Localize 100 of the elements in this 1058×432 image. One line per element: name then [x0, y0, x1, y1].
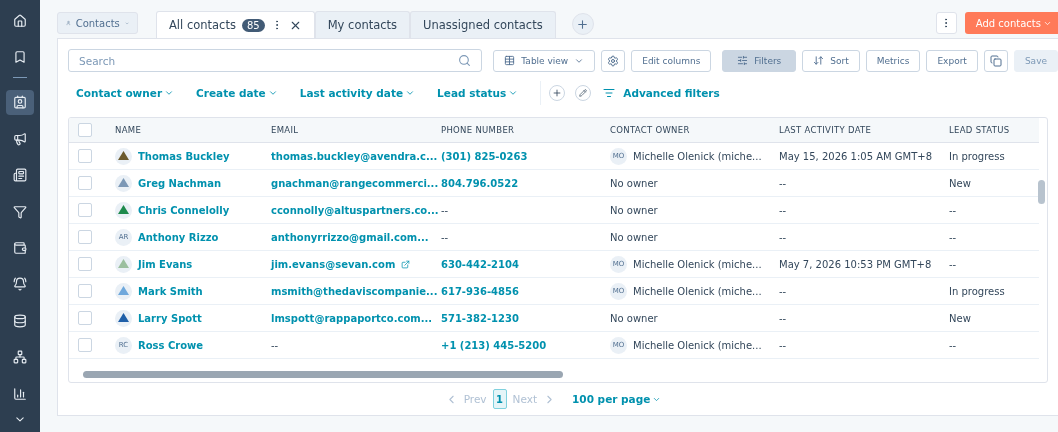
toolbar-button[interactable]: Metrics	[865, 49, 921, 72]
external-link-icon[interactable]	[401, 259, 411, 269]
email-link[interactable]: gnachman@rangecommerci...	[271, 177, 439, 189]
table-cell: --	[949, 231, 957, 243]
contact-name-link[interactable]: Larry Spott	[138, 312, 202, 324]
row-checkbox[interactable]	[78, 230, 92, 244]
phone-number[interactable]: 617-936-4856	[441, 285, 519, 297]
filter-lines-icon	[603, 87, 616, 99]
phone-number[interactable]: --	[441, 204, 449, 216]
add-view-button[interactable]	[571, 13, 594, 35]
next-button[interactable]: Next	[512, 393, 538, 405]
filters-button[interactable]: Filters	[722, 49, 797, 72]
table-cell: --	[779, 177, 787, 189]
home-icon	[13, 13, 27, 28]
toolbar-button[interactable]: Edit columns	[631, 49, 712, 72]
phone-number[interactable]: --	[441, 231, 449, 243]
advanced-filters-link[interactable]: Advanced filters	[603, 87, 720, 99]
filter-dropdown[interactable]: Contact owner	[76, 87, 175, 99]
company-logo-icon	[115, 282, 132, 300]
funnel-icon	[13, 204, 27, 219]
column-header[interactable]: EMAIL	[271, 125, 299, 135]
table-cell: --	[779, 231, 787, 243]
view-tab[interactable]: All contacts 85	[156, 11, 315, 38]
email-link[interactable]: cconnolly@altuspartners.co...	[271, 204, 439, 216]
network-icon	[13, 350, 27, 365]
email-link[interactable]: --	[271, 339, 279, 351]
filter-dropdown[interactable]: Create date	[196, 87, 278, 99]
contact-name-link[interactable]: Jim Evans	[138, 258, 193, 270]
company-logo-icon	[115, 174, 132, 192]
column-header[interactable]: CONTACT OWNER	[610, 125, 690, 135]
company-logo-icon	[115, 255, 132, 273]
filter-dropdown[interactable]: Lead status	[437, 87, 519, 99]
row-checkbox[interactable]	[78, 149, 92, 163]
count-badge: 85	[241, 18, 265, 32]
row-checkbox[interactable]	[78, 311, 92, 325]
per-page-dropdown[interactable]: 100 per page	[572, 393, 662, 405]
table-cell: New	[949, 177, 971, 189]
nav-button[interactable]	[6, 89, 34, 116]
column-header[interactable]: PHONE NUMBER	[441, 125, 515, 135]
company-logo-icon	[115, 201, 132, 219]
page-button[interactable]: 1	[492, 389, 507, 409]
table-cell: --	[949, 204, 957, 216]
contact-name-link[interactable]: Thomas Buckley	[138, 150, 230, 162]
add-contacts-button[interactable]: Add contacts	[964, 12, 1058, 34]
table-cell: New	[949, 312, 971, 324]
view-tab[interactable]: My contacts	[314, 11, 411, 38]
contact-name-link[interactable]: Chris Connelolly	[138, 204, 230, 216]
row-checkbox[interactable]	[78, 176, 92, 190]
person-icon	[66, 18, 71, 28]
row-checkbox[interactable]	[78, 257, 92, 271]
owner-name: Michelle Olenick (miche...	[633, 339, 762, 351]
table-cell: In progress	[949, 150, 1005, 162]
search-field[interactable]: Search	[68, 49, 483, 72]
company-logo-icon	[115, 309, 132, 327]
caret-icon	[164, 88, 175, 98]
caret-icon	[508, 88, 519, 98]
row-checkbox[interactable]	[78, 284, 92, 298]
owner-name: Michelle Olenick (miche...	[633, 150, 762, 162]
settings-icon	[607, 54, 620, 67]
table-cell: --	[949, 258, 957, 270]
sort-button[interactable]: Sort	[802, 49, 860, 72]
phone-number[interactable]: 804.796.0522	[441, 177, 519, 189]
bell-icon	[13, 277, 27, 292]
table-view-dropdown[interactable]: Table view	[493, 49, 596, 72]
column-header[interactable]: NAME	[115, 125, 142, 135]
database-icon	[13, 313, 27, 328]
pencil-icon	[579, 89, 588, 97]
table-cell: --	[779, 339, 787, 351]
contact-name-link[interactable]: Mark Smith	[138, 285, 203, 297]
settings-button[interactable]	[601, 49, 626, 72]
email-link[interactable]: lmspott@rappaportco.com...	[271, 312, 433, 324]
email-link[interactable]: msmith@thedaviscompanie...	[271, 285, 438, 297]
row-checkbox[interactable]	[78, 203, 92, 217]
owner-name: No owner	[610, 231, 658, 243]
phone-number[interactable]: 630-442-2104	[441, 258, 519, 270]
copy-button[interactable]	[983, 49, 1008, 72]
phone-number[interactable]: +1 (213) 445-5200	[441, 339, 547, 351]
toolbar-button[interactable]: Export	[926, 49, 978, 72]
bookmark-icon	[13, 50, 27, 65]
object-switcher[interactable]: Contacts	[57, 12, 138, 34]
view-tab[interactable]: Unassigned contacts	[410, 11, 556, 38]
table-cell: --	[779, 285, 787, 297]
phone-number[interactable]: (301) 825-0263	[441, 150, 528, 162]
contact-name-link[interactable]: Greg Nachman	[138, 177, 221, 189]
filter-dropdown[interactable]: Last activity date	[299, 87, 416, 99]
wallet-icon	[13, 241, 27, 256]
contact-name-link[interactable]: Anthony Rizzo	[138, 231, 219, 243]
email-link[interactable]: anthonyrrizzo@gmail.com...	[271, 231, 429, 243]
caret-icon	[405, 88, 416, 98]
search-icon	[458, 54, 472, 67]
contact-name-link[interactable]: Ross Crowe	[138, 339, 204, 351]
email-link[interactable]: thomas.buckley@avendra.c...	[271, 150, 438, 162]
table-cell: --	[779, 312, 787, 324]
email-link[interactable]: jim.evans@sevan.com	[271, 258, 396, 270]
table-cell: In progress	[949, 285, 1005, 297]
row-checkbox[interactable]	[78, 338, 92, 352]
phone-number[interactable]: 571-382-1230	[441, 312, 519, 324]
select-all-checkbox[interactable]	[78, 123, 92, 137]
horizontal-scrollbar[interactable]	[83, 371, 563, 378]
owner-name: No owner	[610, 177, 658, 189]
